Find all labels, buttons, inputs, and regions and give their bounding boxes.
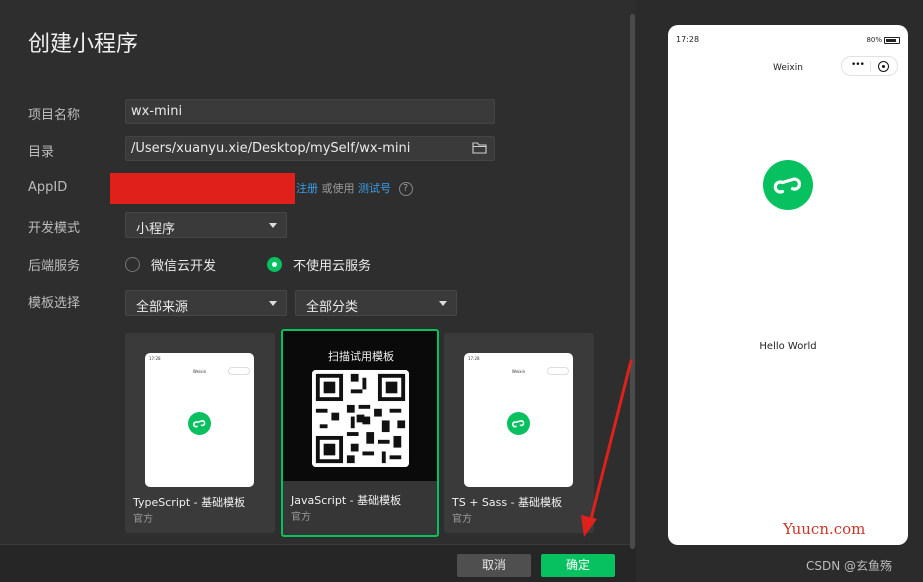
radio-checked-icon — [267, 257, 282, 272]
radio-no-cloud-label: 不使用云服务 — [293, 259, 372, 274]
template-source-value: 全部来源 — [136, 300, 189, 315]
project-name-input[interactable]: wx-mini — [125, 99, 495, 124]
chevron-down-icon — [439, 301, 447, 306]
confirm-button[interactable]: 确定 — [541, 554, 615, 577]
simulator-panel: 17:28 80% Weixin ••• Hello World — [636, 0, 923, 582]
capsule-icon — [228, 367, 250, 375]
or-use-text: 或使用 — [321, 182, 355, 195]
template-source-select[interactable]: 全部来源 — [125, 290, 287, 316]
template-name: TypeScript - 基础模板 — [133, 496, 246, 509]
directory-label: 目录 — [28, 145, 55, 160]
project-name-label: 项目名称 — [28, 108, 81, 123]
dialog-title: 创建小程序 — [28, 32, 139, 57]
template-name: JavaScript - 基础模板 — [291, 494, 402, 507]
close-target-icon — [878, 61, 889, 72]
test-account-link[interactable]: 测试号 — [358, 182, 391, 195]
template-name: TS + Sass - 基础模板 — [452, 496, 563, 509]
template-card-javascript[interactable]: 扫描试用模板 JavaScript - 基础模板 官方 — [281, 329, 439, 537]
hello-world-text: Hello World — [759, 341, 817, 352]
template-phone-preview: 17:28 Weixin — [145, 353, 254, 487]
site-watermark: Yuucn.com — [783, 520, 866, 538]
dev-mode-select[interactable]: 小程序 — [125, 212, 287, 238]
directory-input[interactable]: /Users/xuanyu.xie/Desktop/mySelf/wx-mini — [125, 136, 495, 161]
dev-mode-value: 小程序 — [136, 222, 176, 237]
capsule-menu: ••• — [841, 56, 898, 76]
create-miniprogram-dialog: 创建小程序 项目名称 wx-mini 目录 /Users/xuanyu.xie/… — [0, 0, 636, 582]
dev-mode-label: 开发模式 — [28, 221, 81, 236]
capsule-divider — [870, 61, 871, 72]
status-battery: 80% — [866, 36, 882, 44]
phone-time: 17:28 — [468, 356, 480, 361]
battery-icon — [884, 37, 900, 44]
template-category-select[interactable]: 全部分类 — [295, 290, 457, 316]
backend-label: 后端服务 — [28, 259, 81, 274]
status-time: 17:28 — [676, 35, 700, 44]
template-author: 官方 — [133, 514, 153, 525]
cancel-button[interactable]: 取消 — [457, 554, 531, 577]
appid-redaction — [110, 173, 295, 204]
template-category-value: 全部分类 — [306, 300, 359, 315]
more-icon: ••• — [851, 60, 865, 70]
register-link[interactable]: 注册 — [296, 182, 318, 195]
radio-cloud-dev[interactable]: 微信云开发 — [125, 255, 216, 274]
annotation-arrow-icon — [581, 359, 633, 537]
scan-overlay: 扫描试用模板 — [283, 331, 437, 481]
folder-icon[interactable] — [472, 141, 487, 155]
chevron-down-icon — [269, 223, 277, 228]
appid-links: 注册 或使用 测试号 ? — [296, 180, 413, 196]
phone-preview: 17:28 80% Weixin ••• Hello World — [668, 25, 908, 545]
chevron-down-icon — [269, 301, 277, 306]
author-watermark: CSDN @玄鱼殇 — [806, 559, 893, 573]
scan-try-label: 扫描试用模板 — [328, 350, 394, 363]
radio-no-cloud[interactable]: 不使用云服务 — [267, 255, 371, 274]
phone-time: 17:28 — [149, 356, 161, 361]
miniprogram-logo-icon — [763, 160, 813, 210]
template-label: 模板选择 — [28, 296, 81, 311]
miniprogram-logo-icon — [507, 412, 530, 435]
help-icon[interactable]: ? — [398, 182, 413, 196]
template-card-typescript[interactable]: 17:28 Weixin TypeScript - 基础模板 官方 — [125, 333, 275, 533]
capsule-icon — [547, 367, 569, 375]
dialog-footer: 取消 确定 — [0, 544, 636, 582]
template-phone-preview: 17:28 Weixin — [464, 353, 573, 487]
directory-value: /Users/xuanyu.xie/Desktop/mySelf/wx-mini — [131, 141, 411, 156]
miniprogram-logo-icon — [188, 412, 211, 435]
appid-label: AppID — [28, 180, 68, 195]
template-author: 官方 — [452, 514, 472, 525]
radio-unchecked-icon — [125, 257, 140, 272]
qr-code-icon — [312, 370, 409, 467]
template-author: 官方 — [291, 512, 311, 523]
radio-cloud-dev-label: 微信云开发 — [151, 259, 217, 274]
